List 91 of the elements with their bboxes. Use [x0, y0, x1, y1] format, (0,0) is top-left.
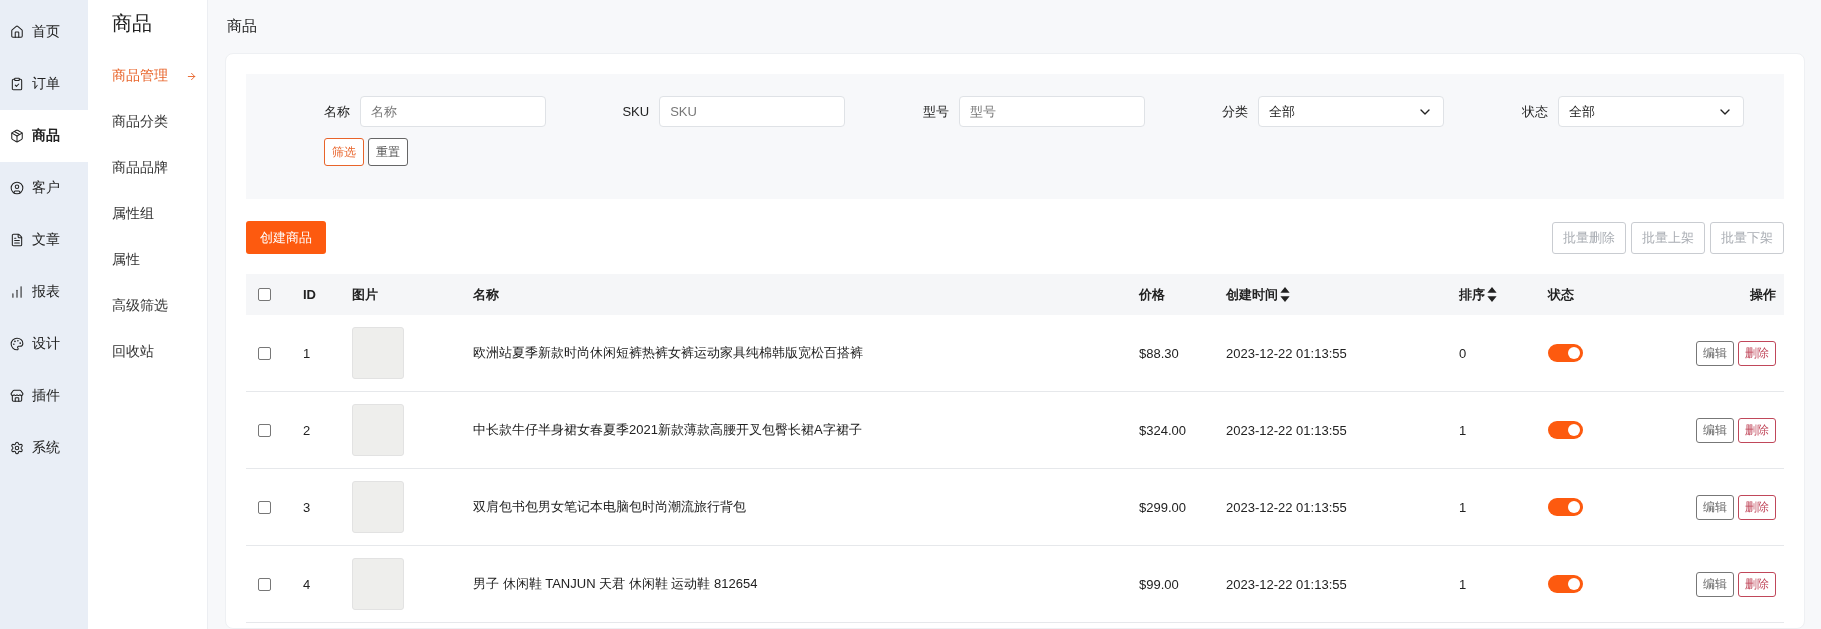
- nav-item[interactable]: 订单: [0, 58, 88, 110]
- subnav-item[interactable]: 回收站: [112, 329, 207, 375]
- filter-button[interactable]: 筛选: [324, 138, 364, 166]
- toggle-switch[interactable]: [1548, 575, 1583, 593]
- document-icon: [10, 233, 24, 247]
- table-cell: 4: [303, 576, 311, 592]
- box-icon: [10, 129, 24, 143]
- delete-button[interactable]: 删除: [1738, 571, 1776, 597]
- table-cell: 欧洲站夏季新款时尚休闲短裤热裤女裤运动家具纯棉韩版宽松百搭裤: [473, 344, 863, 362]
- field-label: 分类: [1222, 102, 1249, 121]
- edit-button[interactable]: 编辑: [1696, 571, 1734, 597]
- edit-button[interactable]: 编辑: [1696, 417, 1734, 443]
- table-cell: 1: [1459, 422, 1467, 438]
- nav-item[interactable]: 客户: [0, 162, 88, 214]
- store-icon: [10, 389, 24, 403]
- settings-icon: [10, 441, 24, 455]
- toggle-switch[interactable]: [1548, 498, 1583, 516]
- edit-button[interactable]: 编辑: [1696, 494, 1734, 520]
- photo-placeholder: [352, 481, 404, 533]
- table-cell: 3: [303, 499, 311, 515]
- photo-placeholder: [352, 327, 404, 379]
- field-label: 型号: [922, 102, 949, 121]
- table-cell: 男子 休闲鞋 TANJUN 天君 休闲鞋 运动鞋 812654: [473, 575, 758, 593]
- table-cell: 2023-12-22 01:13:55: [1226, 499, 1347, 515]
- sort-icon[interactable]: [1280, 287, 1290, 302]
- table-cell: $324.00: [1139, 422, 1186, 438]
- arrow-icon: [186, 70, 197, 82]
- column-header: 图片: [352, 285, 378, 304]
- clipboard-icon: [10, 77, 24, 91]
- toggle-switch[interactable]: [1548, 344, 1583, 362]
- field-label: SKU: [622, 104, 650, 119]
- nav-item[interactable]: 文章: [0, 214, 88, 266]
- subnav-item[interactable]: 商品品牌: [112, 145, 207, 191]
- table-cell: 双肩包书包男女笔记本电脑包时尚潮流旅行背包: [473, 498, 746, 516]
- nav-item[interactable]: 设计: [0, 318, 88, 370]
- sort-icon[interactable]: [1487, 287, 1497, 302]
- subnav-item[interactable]: 商品管理: [112, 53, 207, 99]
- table-cell: 0: [1459, 345, 1467, 361]
- input-field[interactable]: 名称: [359, 96, 546, 127]
- column-header: ID: [303, 287, 316, 302]
- table-cell: 2023-12-22 01:13:55: [1226, 345, 1347, 361]
- table-cell: 2: [303, 422, 311, 438]
- input-field[interactable]: SKU: [659, 96, 846, 127]
- subnav-item[interactable]: 商品分类: [112, 99, 207, 145]
- photo-placeholder: [352, 404, 404, 456]
- subnav-item[interactable]: 高级筛选: [112, 283, 207, 329]
- column-header: 状态: [1548, 285, 1574, 304]
- column-header: 操作: [1750, 285, 1776, 304]
- edit-button[interactable]: 编辑: [1696, 340, 1734, 366]
- table-cell: 2023-12-22 01:13:55: [1226, 576, 1347, 592]
- nav-item[interactable]: 插件: [0, 370, 88, 422]
- photo-placeholder: [352, 558, 404, 610]
- checkbox[interactable]: [258, 577, 271, 591]
- table-cell: 1: [1459, 576, 1467, 592]
- checkbox[interactable]: [258, 346, 271, 360]
- table-cell: 1: [1459, 499, 1467, 515]
- checkbox[interactable]: [258, 423, 271, 437]
- select-field[interactable]: 全部: [1258, 96, 1445, 127]
- field-label: 状态: [1522, 102, 1548, 121]
- reset-button[interactable]: 重置: [368, 138, 408, 166]
- nav-item[interactable]: 报表: [0, 266, 88, 318]
- delete-button[interactable]: 删除: [1738, 417, 1776, 443]
- delete-button[interactable]: 删除: [1738, 494, 1776, 520]
- column-header: 名称: [473, 285, 499, 304]
- user-icon: [10, 181, 24, 195]
- checkbox[interactable]: [258, 288, 271, 301]
- house-icon: [10, 25, 24, 39]
- table-cell: $299.00: [1139, 499, 1186, 515]
- table-cell: $88.30: [1139, 345, 1179, 361]
- bar-chart-icon: [10, 285, 24, 299]
- subnav-item[interactable]: 属性组: [112, 191, 207, 237]
- column-header: 价格: [1139, 285, 1165, 304]
- toggle-switch[interactable]: [1548, 421, 1583, 439]
- checkbox[interactable]: [258, 500, 271, 514]
- input-field[interactable]: 型号: [958, 96, 1145, 127]
- nav-item[interactable]: 首页: [0, 6, 88, 58]
- table-cell: 中长款牛仔半身裙女春夏季2021新款薄款高腰开叉包臀长裙A字裙子: [473, 421, 862, 439]
- column-header[interactable]: 排序: [1459, 285, 1497, 304]
- section-title: 商品: [112, 11, 153, 36]
- nav-item[interactable]: 商品: [0, 110, 88, 162]
- select-field[interactable]: 全部: [1558, 96, 1744, 127]
- palette-icon: [10, 337, 24, 351]
- page-title: 商品: [226, 16, 258, 36]
- nav-item[interactable]: 系统: [0, 422, 88, 474]
- subnav-item[interactable]: 属性: [112, 237, 207, 283]
- field-label: 名称: [323, 102, 350, 121]
- table-cell: 2023-12-22 01:13:55: [1226, 422, 1347, 438]
- delete-button[interactable]: 删除: [1738, 340, 1776, 366]
- table-cell: $99.00: [1139, 576, 1179, 592]
- table-cell: 1: [303, 345, 311, 361]
- column-header[interactable]: 创建时间: [1226, 285, 1290, 304]
